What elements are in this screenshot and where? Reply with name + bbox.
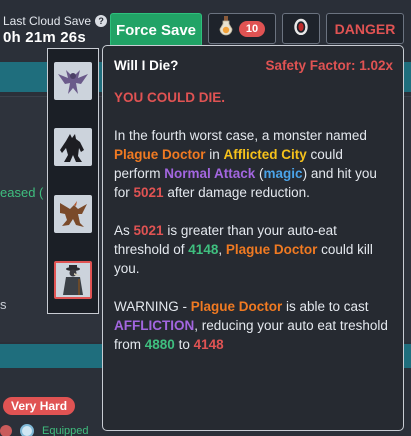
werewolf-icon [54, 134, 92, 170]
spell-name: AFFLICTION [114, 318, 195, 333]
threshold-paragraph: As 5021 is greater than your auto-eat th… [114, 221, 393, 278]
worst-case-paragraph: In the fourth worst case, a monster name… [114, 126, 393, 202]
text: , [218, 242, 226, 257]
text: ( [255, 166, 264, 181]
tooltip-title: Will I Die? [114, 58, 179, 73]
winged-demon-icon [54, 70, 92, 104]
cloud-save-label: Last Cloud Save [3, 14, 92, 28]
status-dot-icon [0, 425, 12, 436]
attack-name: Normal Attack [164, 166, 256, 181]
monster-slot-winged-demon[interactable] [54, 62, 92, 100]
damage-value: 5021 [133, 223, 164, 238]
text: in [205, 147, 224, 162]
area-name: Afflicted City [223, 147, 307, 162]
monster-name: Plague Doctor [114, 147, 206, 162]
item-icon [20, 424, 34, 436]
text: WARNING - [114, 299, 191, 314]
cloud-save-status: Last Cloud Save ? 0h 21m 26s [3, 14, 108, 46]
monster-slot-werewolf[interactable] [54, 128, 92, 166]
difficulty-badge: Very Hard [3, 397, 76, 415]
monster-slot-dragon[interactable] [54, 195, 92, 233]
tooltip-header: Will I Die? Safety Factor: 1.02x [114, 56, 393, 75]
equipped-label: Equipped [42, 425, 89, 436]
text: As [114, 223, 134, 238]
potion-icon [219, 16, 233, 41]
text: to [174, 337, 194, 352]
text: In the fourth worst case, a monster name… [114, 128, 367, 143]
potion-button[interactable]: 10 [208, 13, 276, 44]
cloud-save-label-row: Last Cloud Save ? [3, 14, 108, 28]
text: is able to cast [282, 299, 369, 314]
safety-factor: Safety Factor: 1.02x [265, 58, 393, 73]
help-icon[interactable]: ? [95, 15, 108, 27]
new-threshold: 4148 [193, 337, 224, 352]
plague-doctor-icon [56, 265, 90, 301]
equipment-ring-button[interactable] [282, 13, 320, 44]
monster-slot-plague-doctor[interactable] [54, 261, 92, 299]
damage-value: 5021 [133, 185, 164, 200]
potion-count-badge: 10 [238, 20, 266, 37]
warning-paragraph: WARNING - Plague Doctor is able to cast … [114, 297, 393, 354]
monster-name: Plague Doctor [225, 242, 318, 257]
ring-icon [294, 17, 308, 40]
equipped-row: Equipped [0, 424, 89, 436]
death-verdict: YOU COULD DIE. [114, 90, 226, 105]
top-bar: Last Cloud Save ? 0h 21m 26s Force Save … [0, 0, 411, 50]
force-save-button[interactable]: Force Save [110, 13, 202, 47]
monster-list [47, 48, 99, 314]
will-i-die-tooltip: Will I Die? Safety Factor: 1.02x YOU COU… [102, 45, 404, 431]
auto-eat-threshold: 4148 [188, 242, 219, 257]
old-threshold: 4880 [144, 337, 175, 352]
background-text-stub: s [0, 297, 7, 312]
text: after damage reduction. [163, 185, 310, 200]
dragon-icon [54, 201, 92, 237]
background-status-text: eased ( [0, 185, 44, 200]
cloud-save-timer: 0h 21m 26s [3, 29, 86, 46]
monster-name: Plague Doctor [190, 299, 283, 314]
attack-type: magic [263, 166, 303, 181]
danger-button[interactable]: DANGER [326, 13, 404, 44]
